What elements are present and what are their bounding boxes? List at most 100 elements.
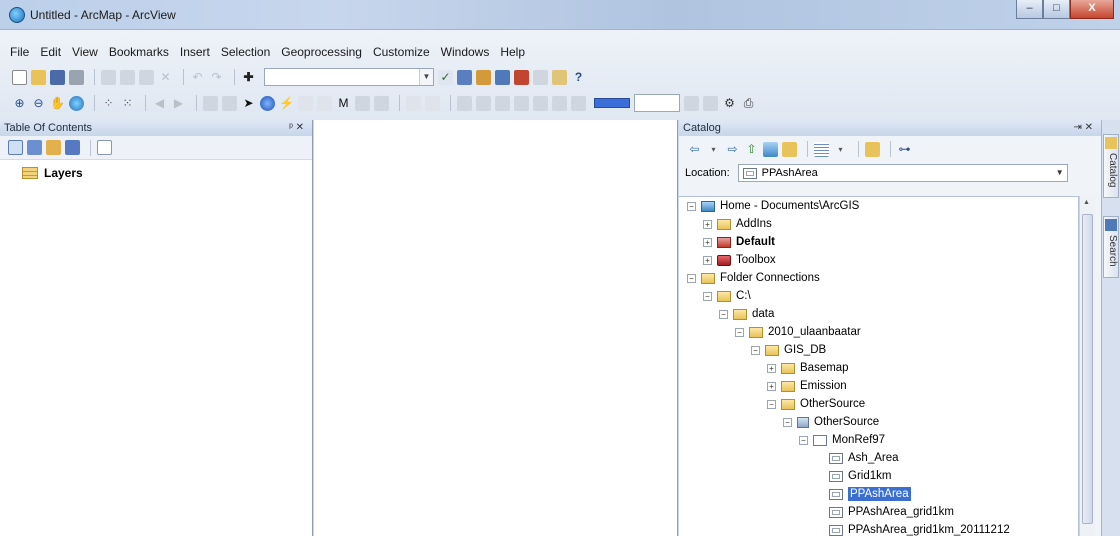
menu-bookmarks[interactable]: Bookmarks (109, 45, 169, 59)
clear-selection-icon[interactable] (222, 95, 237, 111)
fill-color-swatch[interactable] (594, 98, 630, 108)
views-icon[interactable] (814, 141, 829, 157)
layers-data-frame[interactable]: Layers (0, 160, 312, 180)
menu-view[interactable]: View (72, 45, 98, 59)
up-one-level-icon[interactable]: ⇧ (744, 142, 759, 157)
collapse-icon[interactable]: − (687, 201, 696, 211)
expand-icon[interactable]: + (767, 363, 776, 373)
table-of-contents-icon[interactable] (457, 69, 472, 85)
layout-tool-icon[interactable] (684, 95, 699, 111)
layout-tool-icon[interactable] (476, 95, 491, 111)
time-slider-icon[interactable] (406, 95, 421, 111)
collapse-icon[interactable]: − (687, 273, 696, 283)
menu-customize[interactable]: Customize (373, 45, 430, 59)
arctoolbox-icon[interactable] (514, 69, 529, 85)
zoom-in-icon[interactable]: ⊕ (12, 96, 27, 111)
find-route-icon[interactable] (355, 95, 370, 111)
undo-icon[interactable]: ↶ (190, 70, 205, 85)
tree-item[interactable]: − data (679, 305, 1078, 323)
tree-item[interactable]: − 2010_ulaanbaatar (679, 323, 1078, 341)
menu-selection[interactable]: Selection (221, 45, 270, 59)
collapse-icon[interactable]: − (735, 327, 744, 337)
print-icon[interactable] (69, 69, 84, 85)
layout-tool-icon[interactable] (514, 95, 529, 111)
list-by-source-icon[interactable] (27, 140, 42, 155)
search-window-icon[interactable] (495, 69, 510, 85)
minimize-button[interactable]: – (1016, 0, 1043, 19)
location-input[interactable]: PPAshArea ▼ (737, 164, 1068, 182)
catalog-side-tab[interactable]: Catalog (1103, 134, 1119, 198)
geo-tool-icon[interactable]: ⚙ (722, 96, 737, 111)
create-viewer-icon[interactable] (425, 95, 440, 111)
collapse-icon[interactable]: − (719, 309, 728, 319)
save-icon[interactable] (50, 69, 65, 85)
measure-icon[interactable] (317, 95, 332, 111)
tree-item[interactable]: + Default (679, 233, 1078, 251)
new-document-icon[interactable] (12, 69, 27, 85)
menu-edit[interactable]: Edit (40, 45, 61, 59)
back-extent-icon[interactable]: ◀ (152, 96, 167, 111)
tree-item[interactable]: PPAshArea (679, 485, 1078, 503)
list-by-drawing-order-icon[interactable] (8, 140, 23, 155)
layout-tool-icon[interactable] (703, 95, 718, 111)
close-button[interactable]: X (1070, 0, 1114, 19)
map-display[interactable] (314, 120, 678, 536)
chevron-down-icon[interactable]: ▼ (1053, 165, 1067, 181)
collapse-icon[interactable]: − (767, 399, 776, 409)
tree-item[interactable]: − C:\ (679, 287, 1078, 305)
tree-item[interactable]: PPAshArea_grid1km_20111212 (679, 521, 1078, 536)
full-extent-icon[interactable] (69, 95, 84, 111)
expand-icon[interactable]: + (703, 255, 712, 265)
copy-icon[interactable] (120, 69, 135, 85)
tree-item[interactable]: − MonRef97 (679, 431, 1078, 449)
line-width-input[interactable] (634, 94, 680, 112)
hyperlink-icon[interactable]: ⚡ (279, 96, 294, 111)
options-icon[interactable] (97, 140, 112, 155)
chevron-down-icon[interactable]: ▼ (419, 69, 433, 85)
tree-item[interactable]: − Home - Documents\ArcGIS (679, 197, 1078, 215)
select-elements-arrow-icon[interactable]: ➤ (241, 96, 256, 111)
scrollbar-thumb[interactable] (1082, 214, 1093, 524)
fixed-zoom-out-icon[interactable]: ⁙ (120, 96, 135, 111)
expand-icon[interactable]: + (703, 237, 712, 247)
tree-item[interactable]: + Emission (679, 377, 1078, 395)
menu-insert[interactable]: Insert (180, 45, 210, 59)
identify-icon[interactable] (260, 95, 275, 111)
scroll-up-icon[interactable]: ▲ (1083, 199, 1090, 206)
list-by-visibility-icon[interactable] (46, 140, 61, 155)
tree-item[interactable]: + AddIns (679, 215, 1078, 233)
menu-help[interactable]: Help (500, 45, 525, 59)
layout-tool-icon[interactable] (533, 95, 548, 111)
tree-item[interactable]: + Basemap (679, 359, 1078, 377)
tree-item[interactable]: − OtherSource (679, 413, 1078, 431)
menu-file[interactable]: File (10, 45, 29, 59)
forward-arrow-icon[interactable]: ⇨ (725, 142, 740, 157)
catalog-tree-scrollbar[interactable]: ▲ (1079, 196, 1095, 536)
search-side-tab[interactable]: Search (1103, 216, 1119, 278)
chevron-down-icon[interactable]: ▾ (706, 142, 721, 157)
expand-icon[interactable]: + (767, 381, 776, 391)
tree-item[interactable]: − OtherSource (679, 395, 1078, 413)
collapse-icon[interactable]: − (703, 291, 712, 301)
list-by-selection-icon[interactable] (65, 140, 80, 155)
html-popup-icon[interactable] (298, 95, 313, 111)
modelbuilder-icon[interactable] (552, 69, 567, 85)
find-binoculars-icon[interactable]: M (336, 96, 351, 111)
toc-pin-close-buttons[interactable]: ᵖ ✕ (289, 120, 304, 136)
map-scale-input[interactable]: ▼ (264, 68, 434, 86)
back-arrow-icon[interactable]: ⇦ (687, 142, 702, 157)
expand-icon[interactable]: + (703, 219, 712, 229)
fixed-zoom-in-icon[interactable]: ⁘ (101, 96, 116, 111)
whats-this-icon[interactable]: ? (571, 70, 586, 85)
tree-item[interactable]: − Folder Connections (679, 269, 1078, 287)
zoom-out-icon[interactable]: ⊖ (31, 96, 46, 111)
collapse-icon[interactable]: − (751, 345, 760, 355)
layout-tool-icon[interactable] (495, 95, 510, 111)
tree-item[interactable]: Grid1km (679, 467, 1078, 485)
tree-item[interactable]: Ash_Area (679, 449, 1078, 467)
collapse-icon[interactable]: − (783, 417, 792, 427)
open-folder-icon[interactable] (31, 69, 46, 85)
menu-windows[interactable]: Windows (441, 45, 490, 59)
connect-folder-icon[interactable] (782, 141, 797, 157)
redo-icon[interactable]: ↷ (209, 70, 224, 85)
